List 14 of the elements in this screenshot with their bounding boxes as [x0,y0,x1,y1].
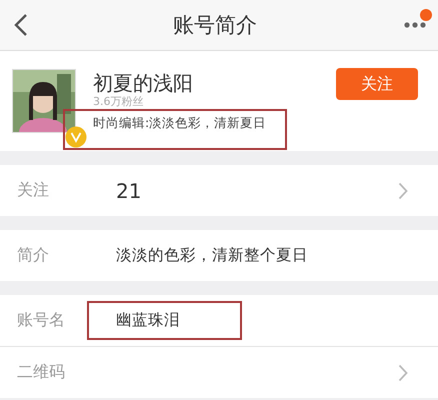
follower-count: 3.6万粉丝 [93,95,144,108]
back-icon[interactable] [14,13,28,37]
more-icon[interactable] [404,22,426,28]
row-label: 关注 [17,180,50,201]
follow-button[interactable]: 关注 [336,68,418,100]
profile-name: 初夏的浅阳 [93,71,194,95]
row-value: 淡淡的色彩，清新整个夏日 [116,245,308,266]
row-label: 账号名 [17,310,66,331]
row-value: 21 [116,178,142,202]
row-label: 简介 [17,245,50,266]
screen-title: 账号简介 [173,12,257,39]
profile-bio: 时尚编辑:淡淡色彩，清新夏日 [93,115,268,131]
row-label: 二维码 [17,362,66,383]
row-value: 幽蓝珠泪 [87,301,242,340]
